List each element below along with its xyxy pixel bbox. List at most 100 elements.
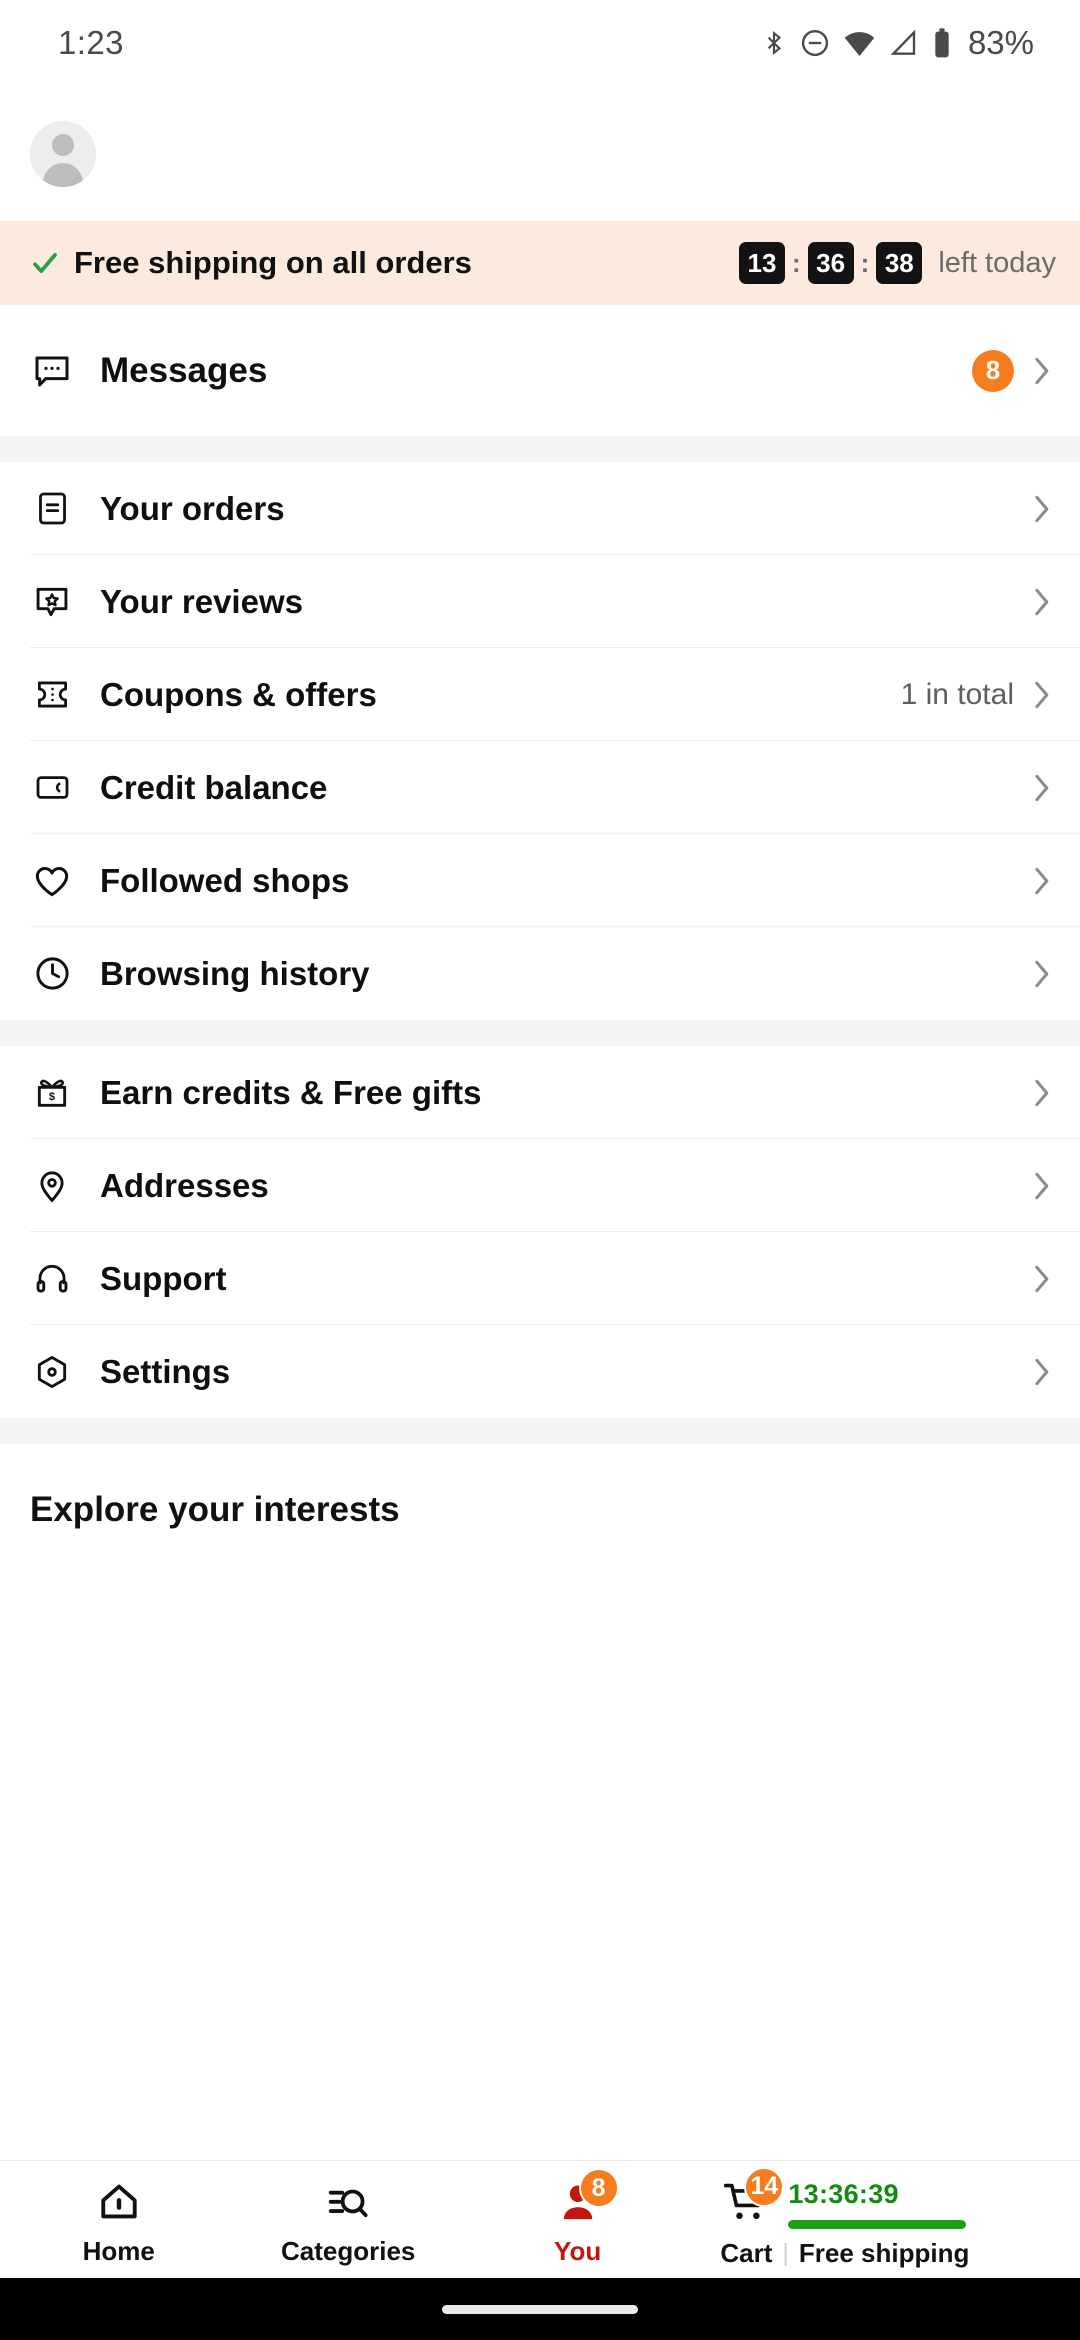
section-divider-2 (0, 1020, 1080, 1046)
list-item-label: Addresses (100, 1166, 269, 1204)
chevron-right-icon (1028, 768, 1054, 808)
messages-section: Messages 8 (0, 305, 1080, 436)
cart-timer: 13:36:39 (788, 2178, 899, 2209)
chevron-right-icon (1028, 1259, 1054, 1299)
nav-label: Home (82, 2236, 155, 2266)
app-screen: 1:23 83% Free shipping on all orders 13 … (0, 0, 1080, 2340)
chevron-right-icon (1028, 954, 1054, 994)
label-separator: | (782, 2238, 789, 2267)
list-item-label: Coupons & offers (100, 675, 377, 713)
countdown-separator-2: : (860, 247, 870, 278)
status-icons: 83% (761, 24, 1034, 62)
nav-label: Cart (720, 2237, 773, 2268)
gesture-navigation-bar (0, 2278, 1080, 2340)
list-item-label: Earn credits & Free gifts (100, 1073, 482, 1111)
list-item-label: Support (100, 1259, 227, 1297)
status-time: 1:23 (58, 24, 124, 61)
cart-badge: 14 (744, 2166, 785, 2207)
settings-hexagon-icon (30, 1350, 74, 1394)
gift-dollar-icon: $ (30, 1071, 74, 1115)
countdown-minutes: 36 (807, 242, 854, 284)
home-icon (96, 2178, 142, 2228)
list-item-coupons-offers[interactable]: Coupons & offers 1 in total (0, 648, 1080, 741)
profile-header (0, 86, 1080, 221)
list-item-label: Your reviews (100, 582, 303, 620)
chevron-right-icon (1028, 351, 1054, 391)
banner-text: Free shipping on all orders (74, 245, 472, 280)
wallet-card-icon (30, 766, 74, 810)
battery-icon (932, 27, 952, 59)
cart-progress-bar (788, 2219, 967, 2229)
countdown-seconds: 38 (876, 242, 923, 284)
message-bubble-icon (30, 349, 74, 393)
section-divider-1 (0, 436, 1080, 462)
list-item-value: 1 in total (900, 677, 1014, 711)
avatar[interactable] (30, 120, 96, 187)
section-divider-3 (0, 1418, 1080, 1444)
nav-label: Categories (280, 2236, 416, 2266)
countdown-label: left today (938, 246, 1056, 279)
nav-item-home[interactable]: Home (4, 2161, 233, 2278)
list-item-label: Browsing history (100, 954, 370, 992)
cellular-signal-icon (889, 28, 919, 58)
bottom-navigation: Home Categories 8 You 14 13:36:39 Cart |… (0, 2160, 1080, 2278)
messages-badge: 8 (972, 349, 1014, 392)
chevron-right-icon (1028, 1352, 1054, 1392)
nav-item-cart[interactable]: 14 13:36:39 Cart | Free shipping (692, 2161, 1076, 2278)
cart-promo-meta: 13:36:39 (788, 2177, 967, 2229)
svg-text:$: $ (49, 1090, 55, 1102)
nav-label: You (554, 2236, 602, 2266)
list-item-browsing-history[interactable]: Browsing history (0, 927, 1080, 1020)
list-item-label: Messages (100, 350, 268, 390)
countdown-hours: 13 (738, 242, 785, 284)
clock-icon (30, 952, 74, 996)
cart-row: 14 13:36:39 (720, 2166, 967, 2229)
battery-percent: 83% (967, 24, 1034, 61)
check-icon (30, 248, 60, 278)
gesture-pill[interactable] (442, 2304, 638, 2314)
receipt-icon (30, 487, 74, 531)
free-shipping-banner[interactable]: Free shipping on all orders 13 : 36 : 38… (0, 221, 1080, 305)
chevron-right-icon (1028, 582, 1054, 622)
cart-promo-label: Free shipping (798, 2237, 970, 2268)
chevron-right-icon (1028, 489, 1054, 529)
list-item-messages[interactable]: Messages 8 (0, 305, 1080, 436)
list-item-label: Credit balance (100, 768, 328, 806)
banner-countdown: 13 : 36 : 38 left today (738, 242, 1056, 284)
list-item-label: Your orders (100, 489, 285, 527)
shopping-cart-icon: 14 (720, 2166, 785, 2227)
do-not-disturb-icon (800, 28, 830, 58)
you-badge: 8 (578, 2168, 619, 2208)
list-item-earn-credits[interactable]: $ Earn credits & Free gifts (0, 1046, 1080, 1139)
wifi-icon (843, 28, 876, 58)
list-item-followed-shops[interactable]: Followed shops (0, 834, 1080, 927)
status-bar: 1:23 83% (0, 0, 1080, 86)
bluetooth-icon (761, 27, 787, 59)
list-item-label: Settings (100, 1352, 231, 1390)
list-item-settings[interactable]: Settings (0, 1325, 1080, 1418)
countdown-separator-1: : (791, 247, 801, 278)
account-section: Your orders Your reviews Coupons & offer… (0, 462, 1080, 1020)
list-item-your-reviews[interactable]: Your reviews (0, 555, 1080, 648)
tools-section: $ Earn credits & Free gifts Addresses Su… (0, 1046, 1080, 1418)
chevron-right-icon (1028, 1073, 1054, 1113)
explore-section: Explore your interests (0, 1444, 1080, 2160)
list-item-credit-balance[interactable]: Credit balance (0, 741, 1080, 834)
list-item-support[interactable]: Support (0, 1232, 1080, 1325)
nav-item-you[interactable]: 8 You (463, 2161, 692, 2278)
headphones-icon (30, 1257, 74, 1301)
list-item-addresses[interactable]: Addresses (0, 1139, 1080, 1232)
heart-icon (30, 859, 74, 903)
location-pin-icon (30, 1164, 74, 1208)
chevron-right-icon (1028, 1166, 1054, 1206)
list-item-label: Followed shops (100, 861, 350, 899)
list-item-your-orders[interactable]: Your orders (0, 462, 1080, 555)
chevron-right-icon (1028, 861, 1054, 901)
coupon-ticket-icon (30, 673, 74, 717)
cart-labels: Cart | Free shipping (720, 2238, 969, 2269)
chevron-right-icon (1028, 675, 1054, 715)
nav-item-categories[interactable]: Categories (233, 2161, 462, 2278)
page-title: Explore your interests (30, 1490, 400, 1529)
categories-search-icon (325, 2178, 371, 2228)
review-star-bubble-icon (30, 580, 74, 624)
